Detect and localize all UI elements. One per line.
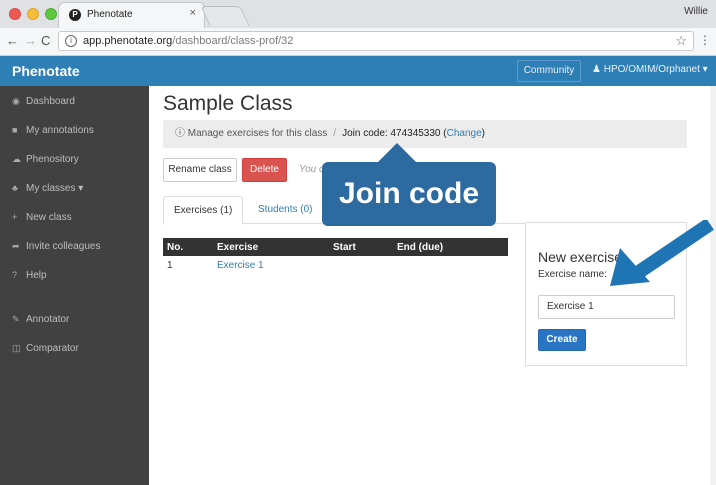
sidebar-item-label: Annotator xyxy=(26,314,70,325)
sidebar-item-invite-colleagues[interactable]: ➦ Invite colleagues xyxy=(12,241,101,252)
sidebar-item-label: Invite colleagues xyxy=(26,241,101,252)
url-text: app.phenotate.org/dashboard/class-prof/3… xyxy=(83,35,293,47)
address-bar-row: ← → C i app.phenotate.org/dashboard/clas… xyxy=(0,28,716,56)
col-start-header: Start xyxy=(333,242,356,253)
exercise-name-input[interactable]: Exercise 1 xyxy=(538,295,675,319)
sidebar-item-comparator[interactable]: ◫ Comparator xyxy=(12,343,79,354)
pointer-arrow-icon xyxy=(610,220,714,286)
bookmark-star-icon[interactable]: ☆ xyxy=(675,33,687,49)
crumb-paren-close: ) xyxy=(481,128,485,139)
sidebar-item-label: My annotations xyxy=(26,125,94,136)
tab-students[interactable]: Students (0) xyxy=(248,196,322,224)
tab-close-icon[interactable]: × xyxy=(190,7,196,19)
columns-icon: ◫ xyxy=(12,343,21,353)
profile-name[interactable]: Willie xyxy=(684,6,708,17)
info-circle-icon: ⓘ xyxy=(175,128,188,139)
exercise-link[interactable]: Exercise 1 xyxy=(217,260,264,271)
url-field[interactable]: i app.phenotate.org/dashboard/class-prof… xyxy=(58,31,694,51)
join-code: Join code: 474345330 xyxy=(342,128,441,139)
table-row: 1 Exercise 1 xyxy=(163,256,508,274)
col-end-header: End (due) xyxy=(397,242,444,253)
sidebar-item-dashboard[interactable]: ◉ Dashboard xyxy=(12,96,75,107)
plus-icon: + xyxy=(12,212,18,222)
cloud-icon: ☁ xyxy=(12,154,21,164)
tab-exercises[interactable]: Exercises (1) xyxy=(163,196,244,225)
info-icon[interactable]: i xyxy=(65,35,77,47)
rename-class-button[interactable]: Rename class xyxy=(163,158,237,182)
pencil-icon: ✎ xyxy=(12,314,20,324)
question-icon: ? xyxy=(12,270,18,280)
caret-down-icon: ▾ xyxy=(699,64,708,75)
back-arrow-icon[interactable]: ← xyxy=(6,33,19,49)
forward-arrow-icon[interactable]: → xyxy=(24,33,37,49)
phenotate-favicon-icon: P xyxy=(69,9,81,21)
dashboard-icon: ◉ xyxy=(12,96,20,106)
exercise-name-label: Exercise name: xyxy=(538,269,607,280)
create-exercise-button[interactable]: Create xyxy=(538,329,586,351)
sidebar-item-phenository[interactable]: ☁ Phenository xyxy=(12,154,79,165)
users-icon: ♣ xyxy=(12,183,18,193)
sidebar-item-new-class[interactable]: + New class xyxy=(12,212,72,223)
browser-menu-icon[interactable]: ⋮ xyxy=(699,33,711,47)
url-host: app.phenotate.org xyxy=(83,35,173,47)
community-button[interactable]: Community xyxy=(517,60,581,82)
maximize-window-button[interactable] xyxy=(45,8,57,20)
sidebar-item-label: Dashboard xyxy=(26,96,75,107)
change-join-code-link[interactable]: Change xyxy=(447,128,482,139)
sidebar-item-label: Help xyxy=(26,270,47,281)
ontology-label: HPO/OMIM/Orphanet xyxy=(603,64,700,75)
join-code-callout: Join code xyxy=(322,162,496,226)
reload-icon[interactable]: C xyxy=(41,33,50,49)
col-no-header: No. xyxy=(167,242,184,253)
new-tab-button[interactable] xyxy=(200,6,250,26)
brand-logo[interactable]: Phenotate xyxy=(12,63,80,79)
close-window-button[interactable] xyxy=(9,8,21,20)
table-header: No. Exercise Start End (due) xyxy=(163,238,508,256)
col-exercise-header: Exercise xyxy=(217,242,259,253)
sidebar-item-label: Comparator xyxy=(26,343,79,354)
caret-down-icon: ▾ xyxy=(75,183,84,194)
tab-title: Phenotate xyxy=(87,9,133,20)
folder-icon: ■ xyxy=(12,125,18,135)
share-icon: ➦ xyxy=(12,241,20,251)
breadcrumb: ⓘ Manage exercises for this class / Join c… xyxy=(163,120,687,148)
url-path: /dashboard/class-prof/32 xyxy=(172,35,294,47)
ontology-dropdown[interactable]: ♟ HPO/OMIM/Orphanet ▾ xyxy=(592,64,708,75)
user-icon: ♟ xyxy=(592,64,604,75)
sidebar-item-label: Phenository xyxy=(26,154,79,165)
sidebar: ◉ Dashboard ■ My annotations ☁ Phenository … xyxy=(0,86,149,485)
delete-class-button[interactable]: Delete xyxy=(242,158,287,182)
callout-pointer xyxy=(377,143,417,163)
browser-tab[interactable]: P Phenotate × xyxy=(58,2,205,28)
minimize-window-button[interactable] xyxy=(27,8,39,20)
crumb-separator: / xyxy=(333,128,337,139)
exercises-table: No. Exercise Start End (due) 1 Exercise … xyxy=(163,238,508,274)
sidebar-item-label: New class xyxy=(26,212,72,223)
sidebar-item-help[interactable]: ? Help xyxy=(12,270,47,281)
sidebar-item-my-annotations[interactable]: ■ My annotations xyxy=(12,125,94,136)
row-no: 1 xyxy=(167,260,173,271)
page-title: Sample Class xyxy=(163,92,293,115)
sidebar-item-label: My classes xyxy=(26,183,76,194)
app-header: Phenotate Community ♟ HPO/OMIM/Orphanet … xyxy=(0,56,716,86)
sidebar-item-annotator[interactable]: ✎ Annotator xyxy=(12,314,69,325)
crumb-manage: Manage exercises for this class xyxy=(187,128,328,139)
sidebar-item-my-classes[interactable]: ♣ My classes ▾ xyxy=(12,183,83,194)
